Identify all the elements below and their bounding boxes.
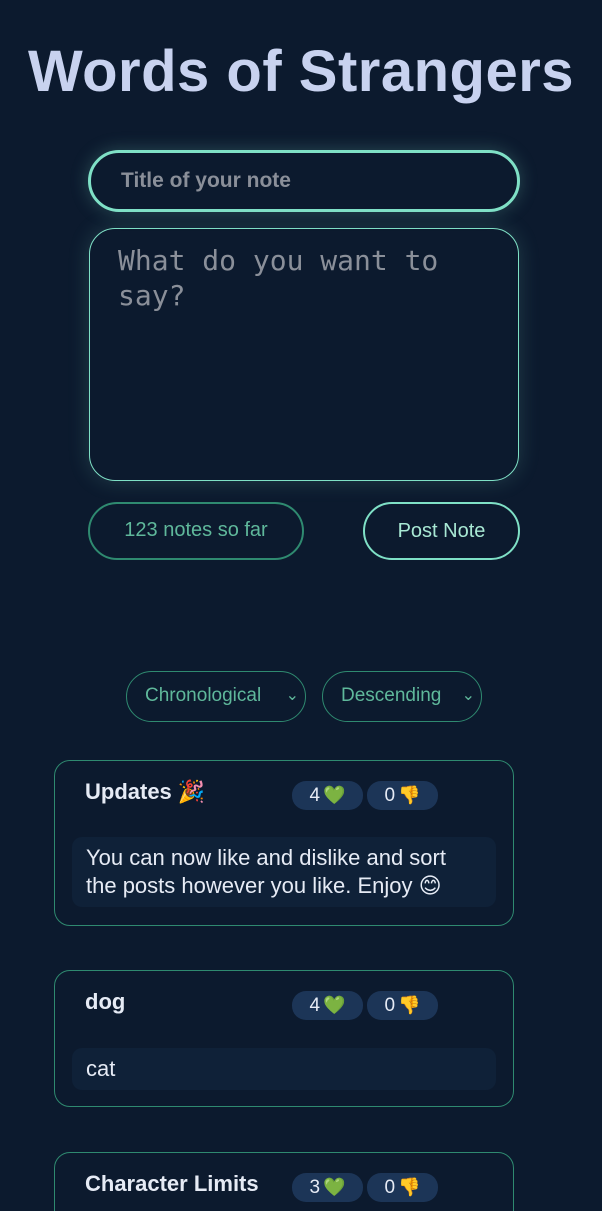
note-composer: 123 notes so far Post Note [88, 150, 520, 560]
thumbs-down-icon: 👎 [398, 1177, 421, 1197]
note-card: dog 4 💚 0 👎 cat [54, 970, 514, 1107]
note-title-input[interactable] [88, 150, 520, 212]
green-heart-icon: 💚 [323, 1177, 346, 1197]
sort-direction-select[interactable]: Descending ⌄ [322, 671, 482, 722]
note-reactions: 4 💚 0 👎 [292, 991, 438, 1020]
dislike-button[interactable]: 0 👎 [367, 781, 438, 810]
dislike-button[interactable]: 0 👎 [367, 991, 438, 1020]
thumbs-down-icon: 👎 [398, 785, 421, 805]
sort-order-select[interactable]: Chronological ⌄ [126, 671, 306, 722]
dislike-count: 0 [384, 1177, 396, 1198]
like-button[interactable]: 4 💚 [292, 991, 363, 1020]
green-heart-icon: 💚 [323, 995, 346, 1015]
dislike-button[interactable]: 0 👎 [367, 1173, 438, 1202]
note-reactions: 3 💚 0 👎 [292, 1173, 438, 1202]
like-button[interactable]: 3 💚 [292, 1173, 363, 1202]
note-card: Updates 🎉 4 💚 0 👎 You can now like and dis… [54, 760, 514, 926]
like-button[interactable]: 4 💚 [292, 781, 363, 810]
note-body-input[interactable] [89, 228, 519, 481]
notes-count-badge: 123 notes so far [88, 502, 304, 560]
page: Words of Strangers 123 notes so far Post… [0, 0, 602, 1211]
note-title: Character Limits [85, 1171, 259, 1196]
dislike-count: 0 [384, 785, 396, 806]
like-count: 4 [309, 785, 321, 806]
green-heart-icon: 💚 [323, 785, 346, 805]
post-note-button[interactable]: Post Note [363, 502, 520, 560]
sort-controls: Chronological ⌄ Descending ⌄ [126, 671, 482, 722]
note-card: Character Limits 3 💚 0 👎 [54, 1152, 514, 1211]
note-title: Updates 🎉 [85, 779, 206, 804]
note-title: dog [85, 989, 126, 1014]
like-count: 3 [309, 1177, 321, 1198]
composer-actions: 123 notes so far Post Note [88, 502, 520, 560]
chevron-down-icon: ⌄ [461, 687, 475, 704]
note-body: cat [72, 1048, 496, 1090]
thumbs-down-icon: 👎 [398, 995, 421, 1015]
like-count: 4 [309, 995, 321, 1016]
sort-order-value: Chronological [145, 685, 262, 706]
page-title: Words of Strangers [27, 39, 575, 104]
note-reactions: 4 💚 0 👎 [292, 781, 438, 810]
note-body: You can now like and dislike and sort th… [72, 837, 496, 907]
chevron-down-icon: ⌄ [285, 687, 299, 704]
dislike-count: 0 [384, 995, 396, 1016]
sort-direction-value: Descending [341, 685, 442, 706]
